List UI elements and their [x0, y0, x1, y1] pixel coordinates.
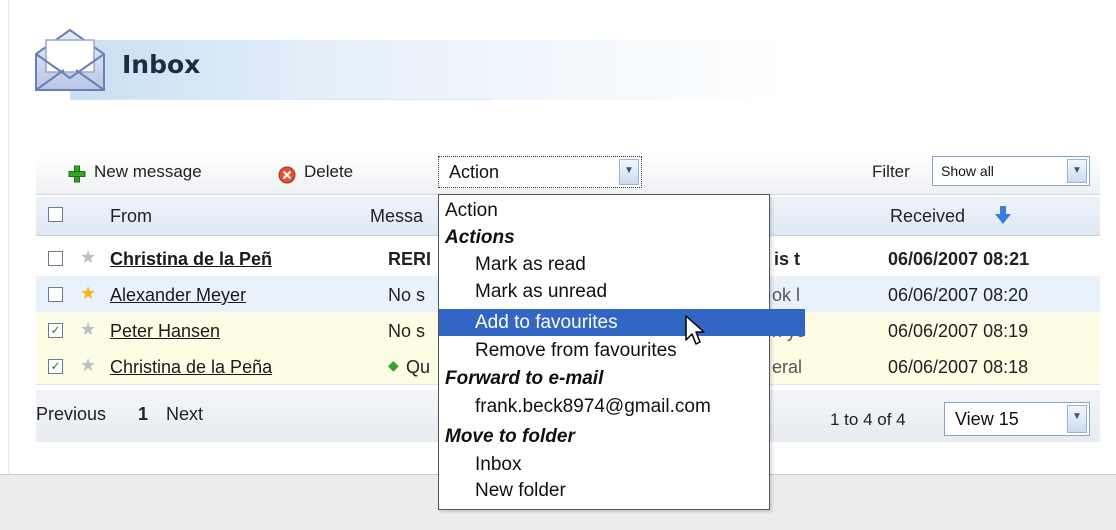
- message-received: 06/06/2007 08:19: [888, 321, 1029, 341]
- dropdown-option-remove-favourites[interactable]: Remove from favourites: [439, 337, 805, 364]
- reply-icon: ◆: [388, 358, 399, 374]
- row-checkbox[interactable]: [48, 251, 63, 266]
- dropdown-group-actions: Actions: [445, 227, 515, 248]
- new-message-button[interactable]: New message: [94, 162, 202, 182]
- action-select[interactable]: Action ▼: [438, 156, 642, 188]
- dropdown-option-inbox[interactable]: Inbox: [439, 451, 805, 478]
- delete-icon[interactable]: [278, 166, 296, 184]
- title-divider: [112, 99, 492, 100]
- dropdown-option-add-favourites[interactable]: Add to favourites: [439, 309, 805, 336]
- filter-select[interactable]: Show all ▼: [932, 156, 1090, 186]
- chevron-down-icon[interactable]: ▼: [619, 159, 639, 185]
- message-received: 06/06/2007 08:20: [888, 285, 1029, 305]
- action-select-value: Action: [449, 162, 500, 182]
- dropdown-option-new-folder[interactable]: New folder: [439, 477, 805, 504]
- row-checkbox[interactable]: [48, 287, 63, 302]
- star-icon[interactable]: ★: [80, 249, 96, 267]
- star-icon[interactable]: ★: [80, 357, 96, 375]
- dropdown-option-forward-email[interactable]: frank.beck8974@gmail.com: [439, 393, 805, 420]
- plus-icon[interactable]: [68, 165, 86, 183]
- next-link[interactable]: Next: [166, 404, 203, 425]
- page-title: Inbox: [122, 50, 201, 79]
- column-header-received[interactable]: Received: [890, 206, 965, 227]
- row-checkbox[interactable]: ✓: [48, 359, 63, 374]
- view-select[interactable]: View 15 ▼: [944, 402, 1090, 436]
- filter-label: Filter: [872, 162, 910, 181]
- dropdown-option-mark-read[interactable]: Mark as read: [439, 251, 805, 278]
- column-header-message[interactable]: Messa: [370, 206, 440, 227]
- filter-select-value: Show all: [941, 163, 994, 179]
- message-subject[interactable]: No s: [388, 285, 438, 306]
- message-subject[interactable]: Qu: [406, 357, 440, 378]
- action-dropdown-list: Action Actions Mark as read Mark as unre…: [438, 194, 805, 510]
- cursor-icon: [685, 315, 705, 345]
- chevron-down-icon[interactable]: ▼: [1067, 405, 1087, 433]
- star-icon[interactable]: ★: [80, 321, 96, 339]
- message-subject[interactable]: RERI: [388, 249, 438, 270]
- row-checkbox[interactable]: ✓: [48, 323, 63, 338]
- dropdown-option-action[interactable]: Action: [439, 197, 775, 224]
- dropdown-option-mark-unread[interactable]: Mark as unread: [439, 278, 805, 305]
- delete-button[interactable]: Delete: [304, 162, 353, 182]
- message-sender[interactable]: Peter Hansen: [110, 321, 330, 342]
- sort-down-arrow-icon[interactable]: [994, 205, 1012, 225]
- message-received: 06/06/2007 08:18: [888, 357, 1029, 377]
- message-subject[interactable]: No s: [388, 321, 438, 342]
- left-divider: [8, 0, 9, 474]
- dropdown-group-forward: Forward to e-mail: [445, 368, 604, 389]
- message-sender[interactable]: Alexander Meyer: [110, 285, 330, 306]
- message-sender[interactable]: Christina de la Peñ: [110, 249, 330, 270]
- view-select-value: View 15: [955, 409, 1019, 429]
- envelope-icon: [35, 28, 105, 91]
- column-header-from[interactable]: From: [110, 206, 152, 227]
- page-number[interactable]: 1: [138, 404, 148, 425]
- range-label: 1 to 4 of 4: [830, 410, 906, 429]
- previous-link[interactable]: Previous: [36, 404, 106, 425]
- message-received: 06/06/2007 08:21: [888, 249, 1030, 269]
- select-all-checkbox[interactable]: [48, 207, 63, 222]
- star-icon[interactable]: ★: [80, 285, 96, 303]
- message-sender[interactable]: Christina de la Peña: [110, 357, 330, 378]
- dropdown-group-move-folder: Move to folder: [445, 426, 575, 447]
- chevron-down-icon[interactable]: ▼: [1067, 159, 1087, 183]
